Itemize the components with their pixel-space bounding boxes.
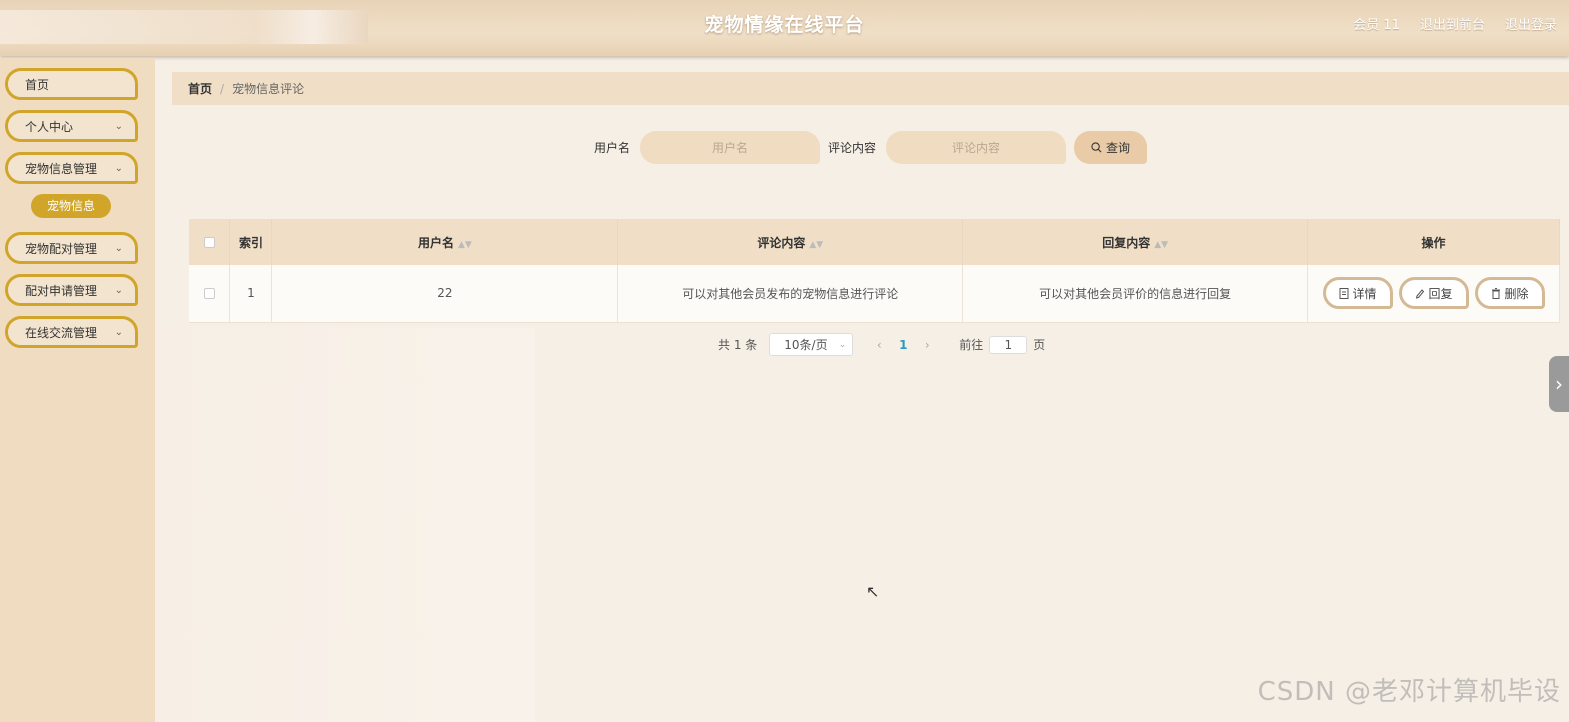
sidebar-item-label: 宠物配对管理 [25, 241, 98, 256]
sidebar-item-label: 宠物信息管理 [25, 161, 98, 176]
pagination-total: 共 1 条 [718, 338, 758, 352]
page-size-value: 10条/页 [784, 338, 828, 352]
select-all-checkbox[interactable] [203, 237, 215, 248]
prev-page-button[interactable]: ‹ [869, 338, 889, 352]
top-header: 宠物情缘在线平台 会员 11 退出到前台 退出登录 [0, 0, 1569, 56]
chevron-down-icon: ⌄ [114, 121, 123, 132]
trash-icon [1491, 287, 1500, 299]
goto-label: 前往 [959, 338, 984, 352]
header-username[interactable]: 用户名 ▲▼ [271, 219, 619, 265]
sidebar-item-label: 配对申请管理 [25, 283, 98, 298]
header-actions: 会员 11 退出到前台 退出登录 [1353, 14, 1557, 33]
sort-icon: ▲▼ [1154, 239, 1169, 250]
breadcrumb: 首页 / 宠物信息评论 [172, 72, 1569, 105]
cell-comment: 可以对其他会员发布的宠物信息进行评论 [617, 265, 964, 323]
search-bar: 用户名 评论内容 查询 [594, 131, 1148, 164]
header-comment[interactable]: 评论内容 ▲▼ [617, 219, 964, 265]
edit-icon [1415, 289, 1424, 299]
document-icon [1339, 287, 1348, 299]
sort-icon: ▲▼ [457, 239, 472, 250]
comments-table: 索引 用户名 ▲▼ 评论内容 ▲▼ 回复内容 ▲▼ 操作 1 22 可以对其他会员发布… [189, 219, 1560, 323]
sidebar-item-home[interactable]: 首页 [5, 68, 138, 100]
sidebar-item-label: 个人中心 [25, 119, 74, 134]
next-page-button[interactable]: › [917, 338, 937, 352]
header-reply-label: 回复内容 [1102, 235, 1151, 250]
current-user: 会员 11 [1353, 18, 1400, 33]
reply-button-label: 回复 [1428, 286, 1453, 301]
chevron-right-icon[interactable]: › [1549, 356, 1569, 412]
reply-button[interactable]: 回复 [1398, 277, 1469, 310]
sidebar-subitem-pet-info[interactable]: 宠物信息 [31, 194, 111, 218]
goto-suffix: 页 [1033, 338, 1046, 352]
cell-reply: 可以对其他会员评价的信息进行回复 [962, 265, 1309, 323]
logout-link[interactable]: 退出登录 [1505, 14, 1557, 33]
mouse-cursor-icon: ↖ [866, 582, 880, 601]
sidebar: 首页 个人中心 ⌄ 宠物信息管理 ⌄ 宠物信息 宠物配对管理 ⌄ 配对申请管理 … [0, 58, 155, 722]
chevron-down-icon: ⌄ [114, 243, 123, 254]
breadcrumb-separator: / [220, 81, 225, 96]
watermark: CSDN @老邓计算机毕设 [1257, 677, 1561, 707]
row-checkbox-cell [189, 265, 231, 323]
cell-actions: 详情 回复 删除 [1307, 265, 1560, 323]
chevron-down-icon: ⌄ [114, 163, 123, 174]
sort-icon: ▲▼ [809, 239, 824, 250]
select-all-cell [189, 219, 231, 265]
search-icon [1091, 142, 1102, 153]
table-header-row: 索引 用户名 ▲▼ 评论内容 ▲▼ 回复内容 ▲▼ 操作 [189, 219, 1560, 265]
page-number[interactable]: 1 [893, 338, 913, 352]
breadcrumb-home[interactable]: 首页 [188, 80, 212, 97]
delete-button[interactable]: 删除 [1474, 277, 1545, 310]
back-to-front-link[interactable]: 退出到前台 [1420, 14, 1485, 33]
chevron-down-icon: ⌄ [838, 339, 847, 350]
cell-username: 22 [271, 265, 619, 323]
goto-page-input[interactable]: 1 [989, 335, 1028, 354]
background-decoration [155, 328, 535, 722]
detail-button[interactable]: 详情 [1322, 277, 1393, 310]
sidebar-item-pet-info-management[interactable]: 宠物信息管理 ⌄ [5, 152, 138, 184]
app-title: 宠物情缘在线平台 [704, 14, 865, 36]
sidebar-item-label: 在线交流管理 [25, 325, 98, 340]
comment-search-input[interactable] [886, 131, 1067, 164]
header-actions: 操作 [1307, 219, 1560, 265]
row-checkbox[interactable] [203, 288, 215, 300]
sidebar-item-label: 首页 [25, 77, 50, 92]
query-button[interactable]: 查询 [1074, 131, 1148, 164]
username-search-input[interactable] [640, 131, 821, 164]
header-comment-label: 评论内容 [757, 235, 806, 250]
main-content: 首页 / 宠物信息评论 用户名 评论内容 查询 索引 用户名▲▼ 评论内容▲▼ … [155, 58, 1569, 722]
breadcrumb-current: 宠物信息评论 [232, 82, 305, 96]
cell-index: 1 [229, 265, 273, 323]
page-size-select[interactable]: 10条/页 ⌄ [769, 333, 854, 356]
sidebar-item-online-chat-management[interactable]: 在线交流管理 ⌄ [5, 316, 138, 348]
header-index: 索引 [229, 219, 273, 265]
chevron-down-icon: ⌄ [114, 285, 123, 296]
sidebar-item-match-application-management[interactable]: 配对申请管理 ⌄ [5, 274, 138, 306]
chevron-down-icon: ⌄ [114, 327, 123, 338]
table-row: 1 22 可以对其他会员发布的宠物信息进行评论 可以对其他会员评价的信息进行回复… [189, 265, 1560, 323]
comment-label: 评论内容 [828, 141, 877, 155]
username-label: 用户名 [594, 141, 631, 155]
delete-button-label: 删除 [1504, 286, 1529, 301]
sidebar-item-personal-center[interactable]: 个人中心 ⌄ [5, 110, 138, 142]
query-button-label: 查询 [1106, 141, 1131, 155]
header-reply[interactable]: 回复内容 ▲▼ [962, 219, 1309, 265]
sidebar-item-pet-matching-management[interactable]: 宠物配对管理 ⌄ [5, 232, 138, 264]
pagination: 共 1 条 10条/页 ⌄ ‹ 1 › 前往 1 页 [718, 333, 1045, 356]
header-username-label: 用户名 [417, 235, 454, 250]
detail-button-label: 详情 [1352, 286, 1377, 301]
